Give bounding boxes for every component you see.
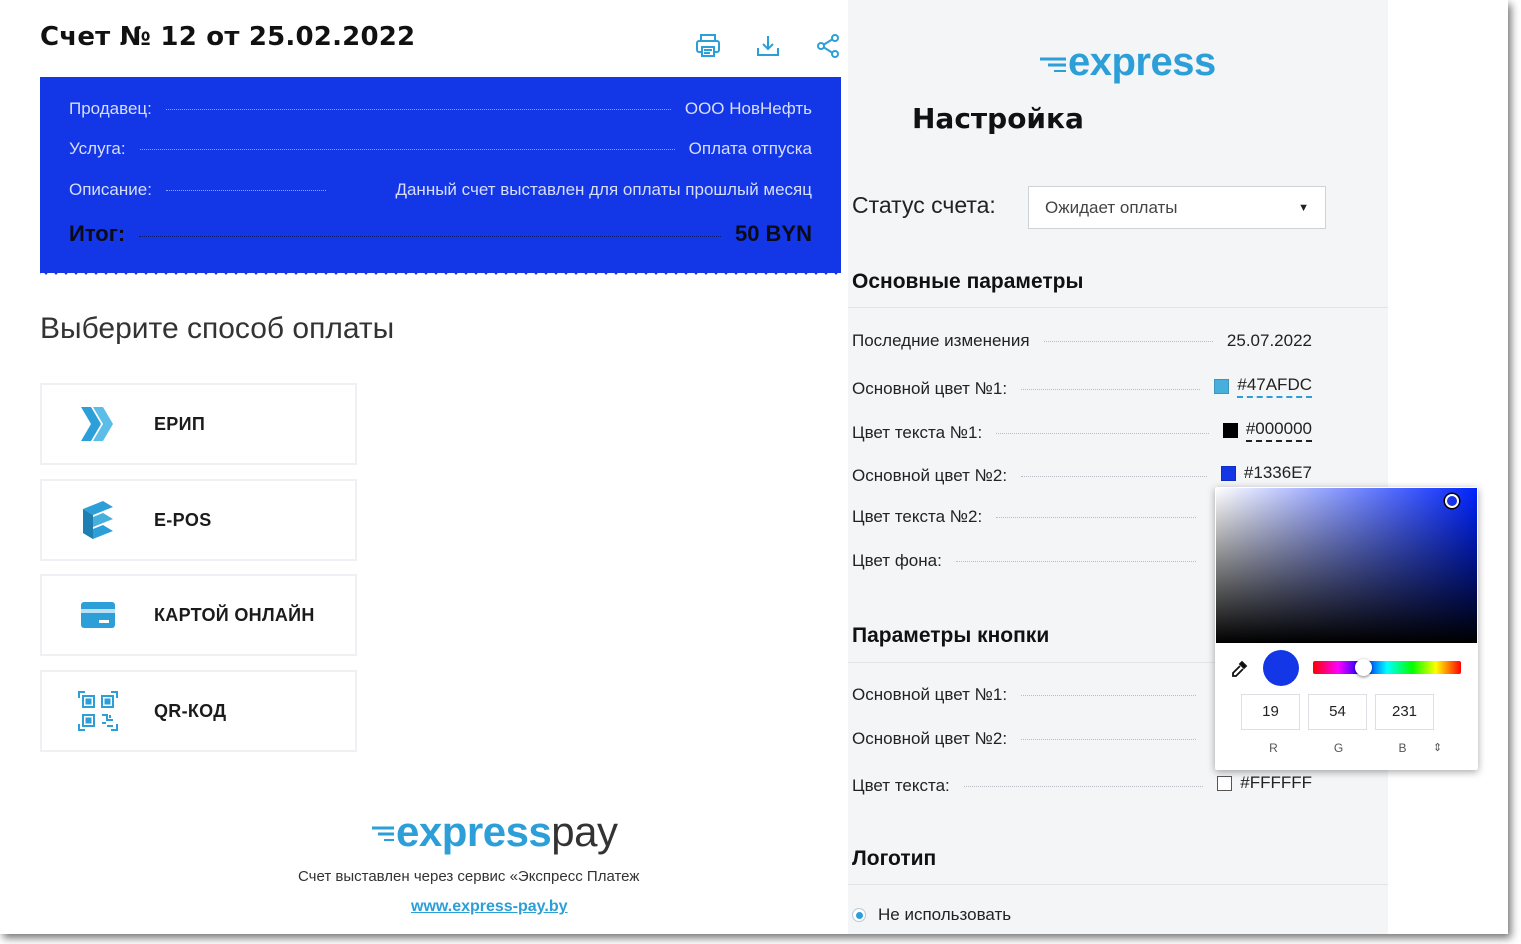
color-mode-toggle-icon[interactable]: ⇕ [1433,741,1442,754]
radio-selected-icon[interactable] [852,908,866,922]
epos-icon [83,501,113,539]
red-label: R [1269,741,1278,755]
settings-row-last-modified: Последние изменения 25.07.2022 [852,331,1312,350]
saturation-handle[interactable] [1445,494,1459,508]
invoice-row-total: Итог: 50 BYN [69,221,812,246]
hue-slider-handle[interactable] [1355,659,1372,676]
share-button[interactable] [814,32,842,60]
saturation-value-area[interactable] [1216,488,1477,643]
button-row-main-color-2: Основной цвет №2: [852,729,1210,749]
color-hex-value[interactable]: #FFFFFF [1240,773,1312,794]
logo-option-none[interactable]: Не использовать [852,905,1011,925]
settings-panel: express Настройка Статус счета: Ожидает … [848,0,1388,934]
invoice-row-seller: Продавец: ООО НовНефть [69,99,812,118]
green-label: G [1333,741,1344,755]
color-swatch[interactable] [1214,379,1230,394]
blue-label: B [1398,741,1407,755]
color-preview [1263,650,1299,686]
red-input[interactable]: 19 [1241,694,1300,730]
print-button[interactable] [694,32,722,60]
payment-qr-button[interactable]: QR-КОД [40,670,357,752]
card-zigzag-edge [40,263,841,275]
color-hex-value[interactable]: #47AFDC [1237,375,1312,398]
green-input[interactable]: 54 [1308,694,1367,730]
printer-icon [696,34,720,57]
status-select[interactable]: Ожидает оплаты ▼ [1028,186,1326,229]
blue-input[interactable]: 231 [1375,694,1434,730]
settings-row-background-color: Цвет фона: [852,551,1210,571]
button-row-main-color-1: Основной цвет №1: [852,685,1210,705]
color-swatch[interactable] [1217,776,1233,791]
settings-row-main-color-1: Основной цвет №1: #47AFDC [852,375,1312,398]
color-swatch[interactable] [1222,423,1238,438]
payment-card-button[interactable]: КАРТОЙ ОНЛАЙН [40,574,357,656]
express-logo: express [1038,40,1216,85]
color-hex-value[interactable]: #000000 [1245,419,1312,442]
payment-epos-button[interactable]: E-POS [40,479,357,561]
hue-slider[interactable] [1313,661,1461,674]
invoice-row-description: Описание: Данный счет выставлен для опла… [69,180,812,199]
button-row-text-color: Цвет текста: #FFFFFF [852,773,1312,795]
footer-website-link[interactable]: www.express-pay.by [411,898,568,916]
payment-heading: Выберите способ оплаты [40,312,395,345]
settings-row-main-color-2: Основной цвет №2: #1336E7 [852,463,1312,485]
status-label: Статус счета: [852,192,996,218]
color-hex-value[interactable]: #1336E7 [1244,463,1312,484]
logo-speed-lines-icon [372,826,394,841]
settings-title: Настройка [912,102,1084,135]
footer-caption: Счет выставлен через сервис «Экспресс Пл… [298,868,640,885]
dropdown-arrow-icon: ▼ [1298,201,1309,214]
eyedropper-icon[interactable] [1229,659,1249,679]
color-picker-popup: 19 54 231 R G B ⇕ [1215,487,1478,770]
invoice-toolbar [694,32,842,60]
settings-row-text-color-2: Цвет текста №2: [852,507,1210,527]
logo-speed-lines-icon [1040,57,1066,72]
invoice-window: Счет № 12 от 25.02.2022 Продавец: ООО Но… [0,0,1508,934]
color-swatch[interactable] [1220,466,1236,481]
logo-heading: Логотип [852,847,937,870]
share-icon [817,34,839,58]
invoice-card: Продавец: ООО НовНефть Услуга: Оплата от… [40,77,841,273]
download-button[interactable] [754,32,782,60]
invoice-title: Счет № 12 от 25.02.2022 [40,22,416,52]
main-params-heading: Основные параметры [852,270,1084,293]
card-icon [81,602,115,628]
expresspay-logo: express pay [370,808,618,856]
button-params-heading: Параметры кнопки [852,624,1050,647]
erip-icon [81,407,113,441]
download-icon [757,36,779,56]
invoice-row-service: Услуга: Оплата отпуска [69,139,812,158]
qr-code-icon [78,691,118,731]
settings-row-text-color-1: Цвет текста №1: #000000 [852,419,1312,442]
payment-erip-button[interactable]: ЕРИП [40,383,357,465]
